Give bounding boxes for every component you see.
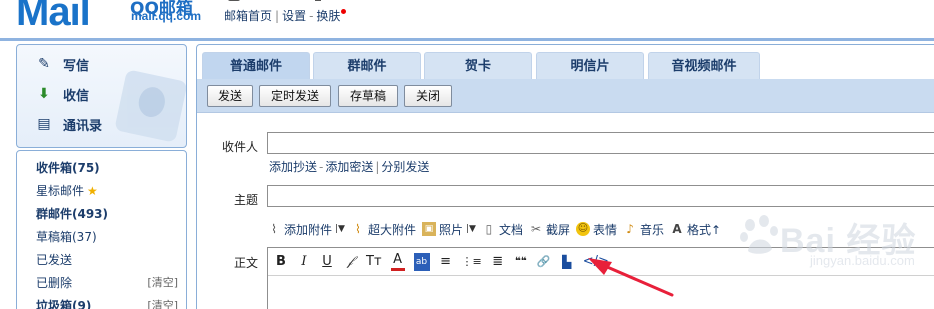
- baidu-paw-icon: [740, 215, 778, 254]
- baidu-jingyan-watermark: Bai 经验 jingyan.baidu.com: [738, 205, 928, 285]
- watermark-sub-text: jingyan.baidu.com: [810, 253, 915, 268]
